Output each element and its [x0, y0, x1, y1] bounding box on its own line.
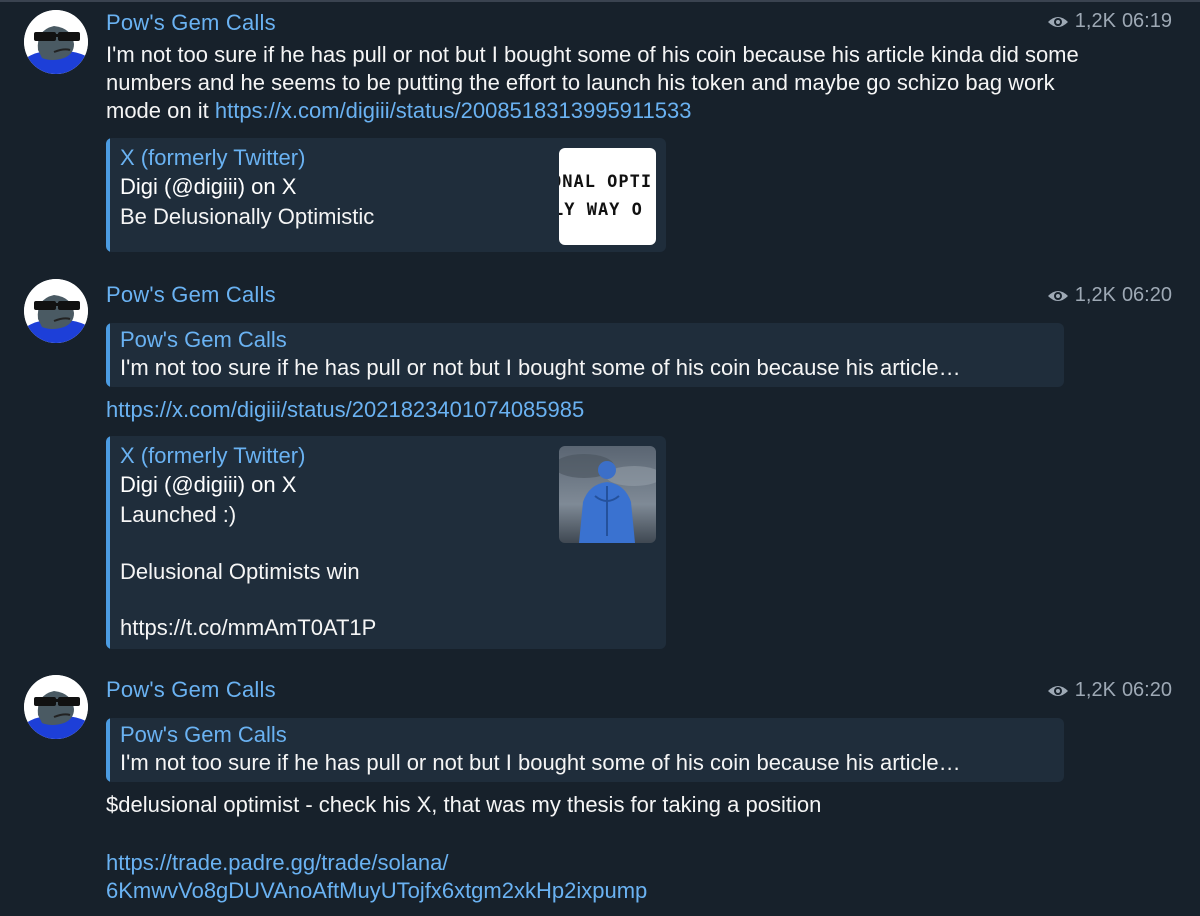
sender-name[interactable]: Pow's Gem Calls — [106, 282, 276, 308]
reply-text: I'm not too sure if he has pull or not b… — [120, 750, 961, 775]
message-meta: 1,2K 06:20 — [1047, 679, 1172, 702]
thumbnail-text-line-1: ONAL OPTI — [559, 172, 653, 192]
message-meta: 1,2K 06:20 — [1047, 284, 1172, 307]
avatar[interactable] — [24, 279, 88, 343]
message-link-line-2[interactable]: 6KmwvVo8gDUVAnoAftMuyUTojfx6xtgm2xkHp2ix… — [106, 877, 1106, 905]
message-link[interactable]: https://x.com/digiii/status/202182340107… — [106, 396, 1106, 424]
link-preview[interactable]: X (formerly Twitter) Digi (@digiii) on X… — [106, 138, 666, 252]
reply-quote[interactable]: Pow's Gem Calls I'm not too sure if he h… — [106, 718, 1064, 782]
avatar-image — [24, 675, 88, 739]
message-link-line-1[interactable]: https://trade.padre.gg/trade/solana/ — [106, 849, 1106, 877]
eye-icon — [1047, 16, 1068, 27]
preview-description: Launched :) — [120, 502, 237, 527]
thumbnail-text-line-2: LY WAY O — [559, 200, 643, 220]
preview-title: Digi (@digiii) on X — [120, 174, 297, 199]
preview-thumbnail[interactable] — [559, 446, 656, 543]
avatar-image — [24, 279, 88, 343]
view-count: 1,2K — [1074, 10, 1116, 32]
reply-quote[interactable]: Pow's Gem Calls I'm not too sure if he h… — [106, 323, 1064, 387]
preview-description-2: Delusional Optimists win — [120, 559, 360, 584]
reply-bar — [106, 323, 110, 387]
avatar[interactable] — [24, 10, 88, 74]
preview-bar — [106, 138, 110, 252]
reply-sender: Pow's Gem Calls — [120, 327, 287, 352]
message-time: 06:20 — [1121, 679, 1172, 701]
eye-icon — [1047, 290, 1068, 301]
message-time: 06:20 — [1121, 284, 1172, 306]
view-count: 1,2K — [1074, 679, 1116, 701]
message-link[interactable]: https://x.com/digiii/status/200851831399… — [215, 98, 692, 123]
message-time: 06:19 — [1121, 10, 1172, 32]
message-text: I'm not too sure if he has pull or not b… — [106, 41, 1106, 125]
avatar-image — [24, 10, 88, 74]
avatar[interactable] — [24, 675, 88, 739]
preview-thumbnail[interactable]: ONAL OPTI LY WAY O — [559, 148, 656, 245]
sender-name[interactable]: Pow's Gem Calls — [106, 677, 276, 703]
preview-site: X (formerly Twitter) — [120, 443, 306, 468]
thumbnail-image — [559, 446, 656, 543]
view-count: 1,2K — [1074, 284, 1116, 306]
sender-name[interactable]: Pow's Gem Calls — [106, 10, 276, 36]
preview-description: Be Delusionally Optimistic — [120, 204, 375, 229]
top-divider — [0, 0, 1200, 2]
reply-sender: Pow's Gem Calls — [120, 722, 287, 747]
message-text: $delusional optimist - check his X, that… — [106, 792, 822, 817]
preview-site: X (formerly Twitter) — [120, 145, 306, 170]
eye-icon — [1047, 685, 1068, 696]
preview-title: Digi (@digiii) on X — [120, 472, 297, 497]
preview-bar — [106, 436, 110, 649]
message-meta: 1,2K 06:19 — [1047, 10, 1172, 33]
reply-bar — [106, 718, 110, 782]
reply-text: I'm not too sure if he has pull or not b… — [120, 355, 961, 380]
preview-description-link[interactable]: https://t.co/mmAmT0AT1P — [120, 613, 376, 642]
link-preview[interactable]: X (formerly Twitter) Digi (@digiii) on X… — [106, 436, 666, 649]
